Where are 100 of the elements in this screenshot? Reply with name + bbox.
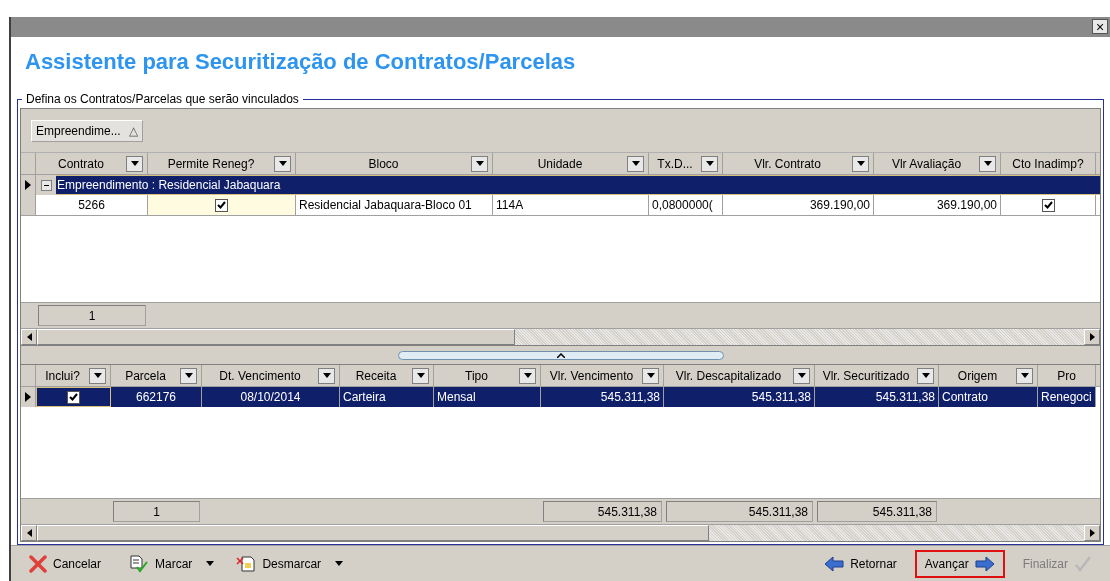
caret-icon [416,373,425,379]
left-arrow-icon [26,333,32,342]
scroll-left-button[interactable] [21,329,37,346]
splitter-handle[interactable] [397,350,724,360]
table-cell: 08/10/2014 [202,387,340,408]
collapse-toggle[interactable] [40,179,52,191]
filter-dropdown-button[interactable] [627,155,644,172]
column-header[interactable]: Dt. Vencimento [202,365,340,387]
column-header[interactable]: Permite Reneg? [148,153,296,175]
column-header[interactable]: Vlr. Contrato [723,153,874,175]
column-header[interactable]: Tipo [434,365,541,387]
table-cell: 545.311,38 [664,387,815,408]
toolbar-button[interactable]: Desmarcar [226,549,332,578]
caret-icon [335,561,344,567]
right-arrow-icon [1089,529,1095,538]
current-row-icon [25,392,31,403]
caret-icon [475,161,484,167]
group-row[interactable]: Empreendimento : Residencial Jabaquara [56,175,1100,196]
column-header[interactable]: Tx.D... [649,153,723,175]
caret-icon [983,161,992,167]
table-cell: Carteira [340,387,434,408]
filter-dropdown-button[interactable] [979,155,996,172]
column-header[interactable]: Origem [939,365,1038,387]
filter-dropdown-button[interactable] [126,155,143,172]
group-by-button[interactable]: Empreendime... △ [31,119,143,142]
filter-dropdown-button[interactable] [318,367,335,384]
column-header[interactable]: Vlr. Descapitalizado [664,365,815,387]
caret-icon [322,373,331,379]
caret-icon [705,161,714,167]
filter-dropdown-button[interactable] [793,367,810,384]
caret-icon [130,161,139,167]
scroll-thumb[interactable] [37,525,709,542]
summary-cell: 545.311,38 [817,501,937,523]
caret-icon [184,373,193,379]
horizontal-scrollbar[interactable] [21,524,1100,542]
caret-icon [921,373,930,379]
current-row-icon [25,180,31,191]
column-header[interactable]: Pro [1038,365,1096,387]
filter-dropdown-button[interactable] [701,155,718,172]
scroll-left-button[interactable] [21,525,37,542]
caret-icon [1020,373,1029,379]
scroll-right-button[interactable] [1084,329,1100,346]
table-cell: Residencial Jabaquara-Bloco 01 [296,195,493,216]
column-header[interactable]: Unidade [493,153,649,175]
right-arrow-icon [974,555,995,572]
filter-dropdown-button[interactable] [274,155,291,172]
close-button[interactable]: × [1092,19,1108,35]
group-box-legend: Defina os Contratos/Parcelas que serão vinculados [22,90,303,109]
document-cross-icon [236,554,257,573]
filter-dropdown-button[interactable] [180,367,197,384]
table-cell: Renegoci [1038,387,1096,408]
table-cell: 0,0800000( [649,195,723,216]
table-cell: Contrato [939,387,1038,408]
checkmark-icon [1074,554,1092,573]
checkbox[interactable] [66,390,80,404]
column-header[interactable]: Vlr Avaliação [874,153,1001,175]
summary-cell: 545.311,38 [666,501,813,523]
column-header[interactable]: Parcela [111,365,202,387]
column-header[interactable]: Contrato [36,153,148,175]
checkbox[interactable] [215,198,228,212]
checkbox[interactable] [1041,198,1055,212]
data-row[interactable]: 5266 Residencial Jabaquara-Bloco 01 114A 0,0800000( 369.190,00 369.190,00 [21,195,1100,217]
data-row[interactable]: 662176 08/10/2014 Carteira Mensal 545.311,38 545.311,38 545.311,38 Contrato Renegoci [21,387,1100,408]
toolbar-button[interactable]: Marcar [119,549,203,578]
table-cell: 545.311,38 [815,387,939,408]
filter-dropdown-button[interactable] [852,155,869,172]
cancel-x-icon [29,554,47,573]
column-header[interactable]: Bloco [296,153,493,175]
summary-cell: 545.311,38 [543,501,662,523]
scroll-right-button[interactable] [1084,525,1100,542]
filter-dropdown-button[interactable] [917,367,934,384]
column-header[interactable]: Receita [340,365,434,387]
summary-cell: 1 [38,305,146,327]
document-check-icon [129,554,150,573]
filter-dropdown-button[interactable] [519,367,536,384]
summary-cell: 1 [113,501,200,523]
left-arrow-icon [824,555,845,572]
toolbar-button[interactable]: Avançar [914,549,1005,578]
toolbar-button[interactable]: Cancelar [19,549,112,578]
caret-icon [93,373,102,379]
left-arrow-icon [26,529,32,538]
toolbar-button[interactable]: Retornar [814,549,907,578]
wizard-title: Assistente para Securitização de Contratos/Parcelas [11,36,1110,87]
filter-dropdown-button[interactable] [1016,367,1033,384]
caret-icon [278,161,287,167]
scroll-thumb[interactable] [37,329,515,346]
column-header[interactable]: Vlr. Vencimento [541,365,664,387]
filter-dropdown-button[interactable] [642,367,659,384]
filter-dropdown-button[interactable] [471,155,488,172]
sort-indicator: △ [128,122,138,140]
caret-icon [797,373,806,379]
table-cell: 114A [493,195,649,216]
column-header[interactable]: Cto Inadimp? [1001,153,1096,175]
filter-dropdown-button[interactable] [89,367,106,384]
table-cell: Mensal [434,387,541,408]
caret-icon [206,561,215,567]
column-header[interactable]: Vlr. Securitizado [815,365,939,387]
column-header[interactable]: Inclui? [36,365,111,387]
filter-dropdown-button[interactable] [412,367,429,384]
horizontal-scrollbar[interactable] [21,328,1100,346]
